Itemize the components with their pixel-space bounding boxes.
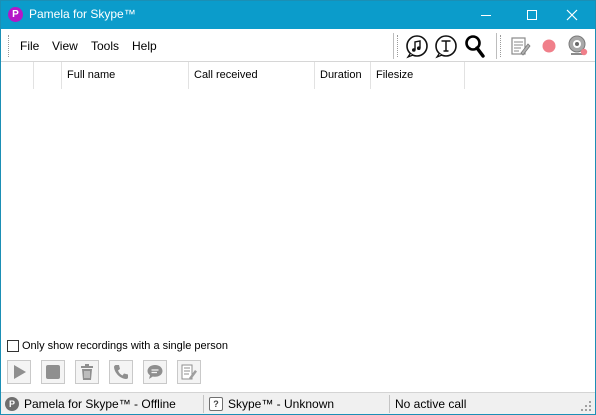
call-status-text: No active call [395, 397, 467, 411]
toolbar-separator [393, 33, 394, 59]
column-header-type[interactable] [34, 62, 62, 89]
chat-button[interactable] [143, 360, 167, 384]
status-divider [203, 395, 204, 413]
menu-grip[interactable] [8, 35, 10, 57]
search-icon[interactable] [462, 33, 488, 59]
toolbar-separator-2 [496, 33, 497, 59]
app-status-text: Pamela for Skype™ - Offline [24, 397, 176, 411]
menu-tools[interactable]: Tools [91, 39, 119, 53]
music-note-icon[interactable] [404, 33, 430, 59]
app-window: P Pamela for Skype™ File View Tools Help [0, 0, 596, 415]
menu-bar: File View Tools Help [1, 29, 595, 62]
single-person-label: Only show recordings with a single perso… [22, 340, 229, 352]
question-icon: ? [209, 397, 223, 411]
play-icon [14, 365, 26, 379]
minimize-icon [481, 14, 491, 16]
column-header-status[interactable] [1, 62, 34, 89]
menu-file[interactable]: File [20, 39, 39, 53]
status-bar: P Pamela for Skype™ - Offline ? Skype™ -… [1, 392, 595, 414]
recordings-list-header: Full name Call received Duration Filesiz… [1, 62, 595, 89]
minimize-button[interactable] [463, 1, 509, 29]
toolbar-grip-2[interactable] [500, 35, 502, 57]
app-status-icon: P [5, 397, 19, 411]
chat-icon [147, 365, 163, 379]
stop-icon [46, 365, 60, 379]
notes-button[interactable] [177, 360, 201, 384]
title-bar: P Pamela for Skype™ [1, 1, 595, 29]
notes-icon [181, 364, 197, 380]
record-icon[interactable] [536, 33, 562, 59]
recordings-list[interactable] [1, 89, 595, 335]
menu-view[interactable]: View [52, 39, 78, 53]
notes-icon[interactable] [507, 33, 533, 59]
column-header-full-name[interactable]: Full name [62, 62, 189, 89]
call-status: No active call [395, 393, 466, 415]
status-divider [389, 395, 390, 413]
skype-status-text: Skype™ - Unknown [228, 397, 335, 411]
app-icon: P [8, 7, 23, 22]
call-button[interactable] [109, 360, 133, 384]
maximize-icon [527, 10, 537, 20]
phone-icon [114, 365, 128, 379]
stop-button[interactable] [41, 360, 65, 384]
menu-help[interactable]: Help [132, 39, 157, 53]
toolbar-grip[interactable] [397, 35, 399, 57]
column-header-call-received[interactable]: Call received [189, 62, 315, 89]
single-person-checkbox[interactable] [7, 340, 19, 352]
close-button[interactable] [549, 1, 595, 29]
column-header-duration[interactable]: Duration [315, 62, 371, 89]
close-icon [566, 9, 578, 21]
play-button[interactable] [7, 360, 31, 384]
column-header-filesize[interactable]: Filesize [371, 62, 465, 89]
text-icon[interactable] [433, 33, 459, 59]
skype-status: ? Skype™ - Unknown [209, 393, 334, 415]
app-status: P Pamela for Skype™ - Offline [5, 393, 176, 415]
delete-button[interactable] [75, 360, 99, 384]
resize-grip-icon[interactable] [581, 401, 592, 412]
webcam-icon[interactable] [565, 33, 591, 59]
single-person-filter[interactable]: Only show recordings with a single perso… [7, 339, 228, 353]
trash-icon [81, 364, 93, 380]
window-title: Pamela for Skype™ [29, 7, 136, 21]
